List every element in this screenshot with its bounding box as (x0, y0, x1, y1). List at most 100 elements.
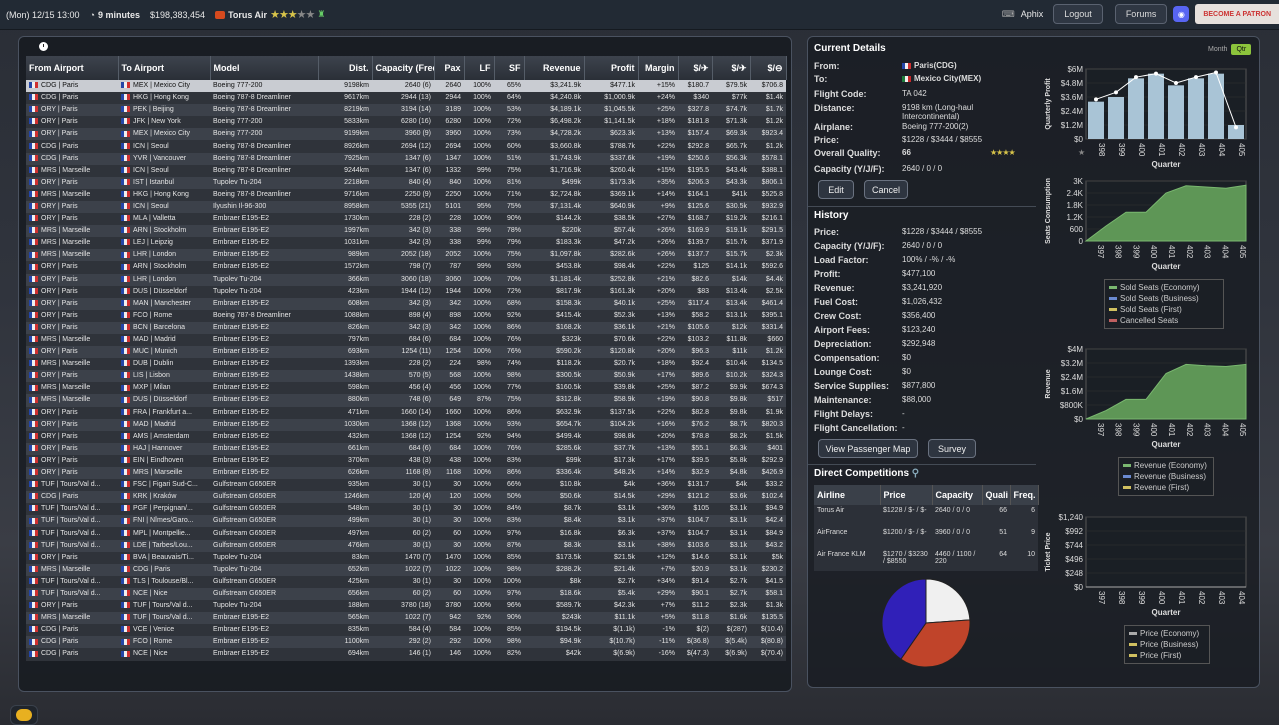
table-row[interactable]: ORY | Paris LIS | Lisbon Embraer E195-E2 14… (26, 370, 786, 383)
binoculars-icon[interactable]: ⚲ (912, 468, 919, 479)
table-row[interactable]: ORY | Paris MLA | Valletta Embraer E195-E2… (26, 213, 786, 226)
column-header[interactable]: From Airport (26, 56, 119, 80)
airline-name[interactable]: Torus Air ★★★★★ ♜ (215, 8, 325, 21)
column-header[interactable]: $/✈ (678, 56, 713, 80)
table-row[interactable]: MRS | Marseille ICN | Seoul Boeing 787-8 D… (26, 164, 786, 177)
column-header[interactable]: Dist. (318, 56, 373, 80)
table-row[interactable]: ORY | Paris FRA | Frankfurt a... Embraer E… (26, 406, 786, 419)
table-cell: Embraer E195-E2 (210, 261, 318, 274)
table-row[interactable]: MRS | Marseille LHR | London Embraer E195-… (26, 249, 786, 262)
table-row[interactable]: ORY | Paris TUF | Tours/Val d... Tupolev T… (26, 600, 786, 613)
table-row[interactable]: ORY | Paris FCO | Rome Boeing 787-8 Dreaml… (26, 309, 786, 322)
column-header[interactable]: Quali (982, 485, 1011, 505)
x-tick-label: 401 (1177, 591, 1186, 605)
table-cell: 2640 (6) (372, 80, 434, 93)
table-row[interactable]: ORY | Paris JFK | New York Boeing 777-200 5… (26, 116, 786, 129)
month-toggle[interactable]: Month (1204, 44, 1231, 55)
x-tick-label: 403 (1203, 423, 1212, 437)
table-row[interactable]: CDG | Paris HKG | Hong Kong Boeing 787-8 D… (26, 92, 786, 105)
table-cell: Tupolev Tu-204 (210, 273, 318, 286)
table-row[interactable]: ORY | Paris DUS | Düsseldorf Tupolev Tu-20… (26, 285, 786, 298)
table-row[interactable]: MRS | Marseille MAD | Madrid Embraer E195-… (26, 333, 786, 347)
chat-icon (16, 709, 32, 721)
column-header[interactable]: Price (880, 485, 933, 505)
table-row[interactable]: TUF | Tours/Val d... PGF | Perpignan/... G… (26, 503, 786, 516)
table-row[interactable]: ORY | Paris MRS | Marseille Embraer E195-E… (26, 467, 786, 480)
table-row[interactable]: TUF | Tours/Val d... LDE | Tarbes/Lou... G… (26, 539, 786, 552)
become-patron-button[interactable]: BECOME A PATRON (1195, 4, 1279, 24)
table-row[interactable]: TUF | Tours/Val d... FSC | Figari Sud-C..… (26, 479, 786, 492)
column-header[interactable]: Freq. (1010, 485, 1039, 505)
logout-button[interactable]: Logout (1053, 4, 1103, 24)
table-row[interactable]: ORY | Paris ICN | Seoul Ilyushin Il-96-300… (26, 200, 786, 214)
table-cell: Embraer E195-E2 (210, 225, 318, 238)
column-header[interactable]: Margin (638, 56, 679, 80)
chat-button[interactable] (10, 705, 38, 725)
table-row[interactable]: MRS | Marseille DUS | Düsseldorf Embraer E… (26, 394, 786, 407)
survey-button[interactable]: Survey (928, 439, 976, 458)
table-cell: 2944 (434, 92, 464, 105)
column-header[interactable]: Revenue (524, 56, 585, 80)
qtr-toggle[interactable]: Qtr (1231, 44, 1252, 55)
column-header[interactable]: Airline (814, 485, 881, 505)
table-row[interactable]: ORY | Paris ARN | Stockholm Embraer E195-E… (26, 261, 786, 274)
column-header[interactable]: $/✈ (712, 56, 751, 80)
table-row[interactable]: ORY | Paris AMS | Amsterdam Embraer E195-E… (26, 430, 786, 443)
table-row[interactable]: CDG | Paris VCE | Venice Embraer E195-E2 83… (26, 624, 786, 637)
table-row[interactable]: TUF | Tours/Val d... NCE | Nice Gulfstream… (26, 587, 786, 601)
column-header[interactable]: $/⊖ (750, 56, 787, 80)
column-header[interactable]: Pax (434, 56, 465, 80)
forums-button[interactable]: Forums (1114, 4, 1168, 24)
table-row[interactable]: MRS | Marseille LEJ | Leipzig Embraer E195… (26, 237, 786, 250)
table-row[interactable]: TUF | Tours/Val d... TLS | Toulouse/Bl...… (26, 575, 786, 588)
table-row[interactable]: ORY | Paris IST | Istanbul Tupolev Tu-204 2… (26, 176, 786, 189)
table-row[interactable]: ORY | Paris HAJ | Hannover Embraer E195-E2… (26, 442, 786, 455)
table-row[interactable]: TUF | Tours/Val d... FNI | Nîmes/Garo... G… (26, 515, 786, 528)
cancel-button[interactable]: Cancel (864, 180, 908, 199)
table-row[interactable]: ORY | Paris EIN | Eindhoven Embraer E195-E… (26, 454, 786, 467)
table-row[interactable]: ORY | Paris MUC | Munich Embraer E195-E2 69… (26, 346, 786, 359)
table-row[interactable]: CDG | Paris NCE | Nice Embraer E195-E2 694k… (26, 648, 786, 661)
flag-icon (121, 178, 130, 185)
table-row[interactable]: ORY | Paris MAN | Manchester Embraer E195-… (26, 297, 786, 310)
edit-button[interactable]: Edit (818, 180, 854, 199)
table-cell: 100% (464, 563, 494, 576)
table-row[interactable]: CDG | Paris FCO | Rome Embraer E195-E2 1100… (26, 636, 786, 649)
table-row[interactable]: MRS | Marseille MXP | Milan Embraer E195-E… (26, 382, 786, 395)
table-row[interactable]: ORY | Paris PEK | Beijing Boeing 787-8 Dre… (26, 104, 786, 117)
table-row[interactable]: MRS | Marseille DUB | Dublin Embraer E195-… (26, 358, 786, 371)
table-cell: +19% (638, 152, 678, 165)
table-row[interactable]: ORY | Paris MEX | Mexico City Boeing 777-2… (26, 128, 786, 141)
column-header[interactable]: Capacity (Freq.) (372, 56, 435, 80)
profit-point (1194, 75, 1198, 80)
table-cell: 826km (318, 321, 372, 334)
column-header[interactable]: LF (464, 56, 495, 80)
period-toggle[interactable]: Month Qtr (1204, 44, 1252, 55)
table-row[interactable]: MRS | Marseille ARN | Stockholm Embraer E1… (26, 225, 786, 238)
flag-icon (121, 614, 130, 621)
table-cell: 598km (318, 382, 372, 395)
view-passenger-map-button[interactable]: View Passenger Map (818, 439, 918, 458)
table-row[interactable]: ORY | Paris BCN | Barcelona Embraer E195-E… (26, 321, 786, 334)
column-header[interactable]: Capacity (932, 485, 983, 505)
table-row[interactable]: ORY | Paris BVA | Beauvais/Ti... Tupolev T… (26, 551, 786, 564)
column-header[interactable]: To Airport (118, 56, 211, 80)
discord-icon[interactable]: ◉ (1173, 6, 1190, 22)
table-row[interactable]: MRS | Marseille TUF | Tours/Val d... Embra… (26, 612, 786, 625)
table-cell: Tupolev Tu-204 (210, 563, 318, 576)
y-tick-label: $0 (1074, 415, 1083, 424)
table-row[interactable]: MRS | Marseille CDG | Paris Tupolev Tu-204… (26, 563, 786, 576)
column-header[interactable]: Profit (584, 56, 639, 80)
column-header[interactable]: SF (494, 56, 525, 80)
table-row[interactable]: CDG | Paris ICN | Seoul Boeing 787-8 Dream… (26, 140, 786, 153)
table-row[interactable]: TUF | Tours/Val d... MPL | Montpellie... G… (26, 527, 786, 540)
table-cell: 8219km (318, 104, 372, 117)
column-header[interactable]: Model (210, 56, 319, 80)
table-row[interactable]: CDG | Paris YVR | Vancouver Boeing 787-8 D… (26, 152, 786, 165)
table-row[interactable]: CDG | Paris MEX | Mexico City Boeing 777-2… (26, 80, 786, 93)
table-cell: $37.7k (584, 442, 638, 455)
table-row[interactable]: MRS | Marseille HKG | Hong Kong Boeing 787… (26, 188, 786, 201)
table-row[interactable]: CDG | Paris KRK | Kraków Gulfstream G650ER… (26, 491, 786, 504)
table-row[interactable]: ORY | Paris MAD | Madrid Embraer E195-E2 10… (26, 418, 786, 431)
table-row[interactable]: ORY | Paris LHR | London Tupolev Tu-204 366… (26, 273, 786, 286)
